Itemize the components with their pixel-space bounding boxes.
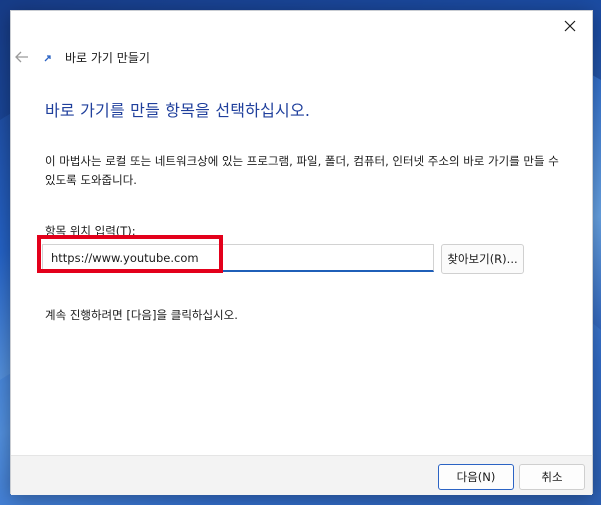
location-label: 항목 위치 입력(T): [45,224,136,238]
browse-button[interactable]: 찾아보기(R)... [441,244,524,274]
wizard-footer: 다음(N) 취소 [11,455,592,495]
shortcut-icon [43,53,53,63]
location-input[interactable] [42,244,434,272]
cancel-button[interactable]: 취소 [519,464,585,490]
next-button[interactable]: 다음(N) [438,464,514,490]
wizard-content: 바로 가기를 만들 항목을 선택하십시오. 이 마법사는 로컬 또는 네트워크상… [11,75,592,455]
back-arrow-icon [15,51,28,63]
close-icon [564,20,576,32]
back-button[interactable] [13,45,31,69]
wizard-header: 바로 가기 만들기 [11,45,592,71]
close-button[interactable] [548,11,592,41]
create-shortcut-dialog: 바로 가기 만들기 바로 가기를 만들 항목을 선택하십시오. 이 마법사는 로… [10,10,593,495]
wizard-description: 이 마법사는 로컬 또는 네트워크상에 있는 프로그램, 파일, 폴더, 컴퓨터… [45,154,559,187]
wizard-title: 바로 가기 만들기 [65,51,150,65]
page-heading: 바로 가기를 만들 항목을 선택하십시오. [45,101,311,120]
continue-hint: 계속 진행하려면 [다음]을 클릭하십시오. [45,308,238,322]
